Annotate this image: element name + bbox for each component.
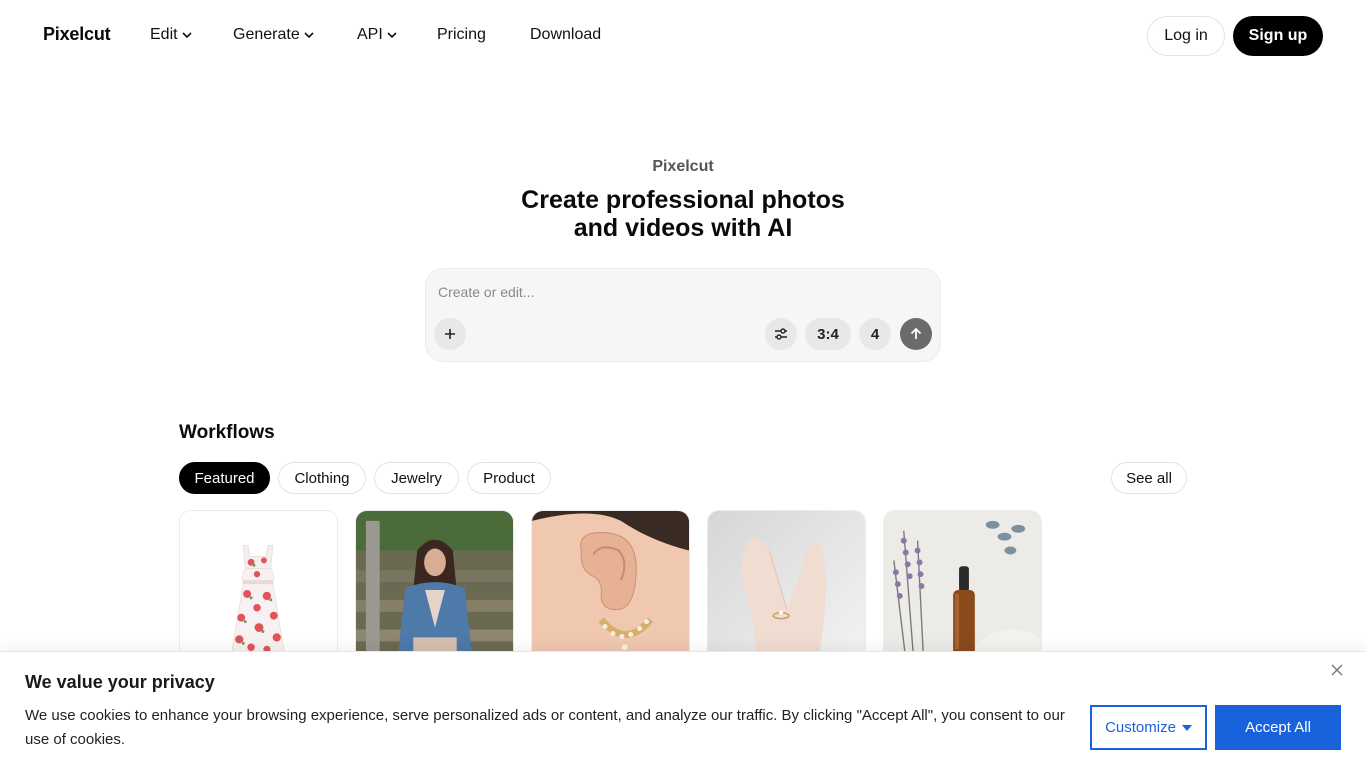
serum-bottle-lavender-image xyxy=(884,511,1041,669)
accept-all-button[interactable]: Accept All xyxy=(1215,705,1341,750)
image-count-button[interactable]: 4 xyxy=(859,318,891,350)
plus-icon xyxy=(445,329,455,339)
workflow-card-ring[interactable] xyxy=(707,510,866,670)
tab-featured[interactable]: Featured xyxy=(179,462,270,494)
hero-eyebrow: Pixelcut xyxy=(652,158,714,175)
hero-title: Create professional photos and videos wi… xyxy=(433,186,933,242)
prompt-box: 3:4 4 xyxy=(425,268,941,362)
arrow-up-icon xyxy=(910,327,922,339)
hero-title-line1: Create professional photos xyxy=(521,186,845,214)
ring-on-hand-image xyxy=(708,511,865,669)
chevron-down-icon xyxy=(304,32,314,39)
sliders-icon xyxy=(775,328,787,340)
nav-download-label: Download xyxy=(530,26,602,43)
denim-jacket-model-image xyxy=(356,511,513,669)
workflow-card-serum[interactable] xyxy=(883,510,1042,670)
close-cookie-button[interactable] xyxy=(1329,662,1345,678)
see-all-button[interactable]: See all xyxy=(1111,462,1187,494)
nav-pricing[interactable]: Pricing xyxy=(437,26,486,44)
add-attachment-button[interactable] xyxy=(434,318,466,350)
workflow-card-denim[interactable] xyxy=(355,510,514,670)
hero-title-line2: and videos with AI xyxy=(573,214,793,242)
cookie-title: We value your privacy xyxy=(25,672,215,692)
top-navbar: Pixelcut Edit Generate API Pricing Downl… xyxy=(0,0,1366,72)
nav-api-label: API xyxy=(357,26,383,43)
earring-on-ear-image xyxy=(532,511,689,669)
chevron-down-icon xyxy=(387,32,397,39)
chevron-down-icon xyxy=(182,32,192,39)
aspect-ratio-button[interactable]: 3:4 xyxy=(805,318,851,350)
cookie-banner: We value your privacy We use cookies to … xyxy=(0,651,1366,768)
nav-edit[interactable]: Edit xyxy=(150,26,193,44)
logo[interactable]: Pixelcut xyxy=(43,24,111,45)
login-button[interactable]: Log in xyxy=(1147,16,1225,56)
nav-api[interactable]: API xyxy=(357,26,398,44)
send-button[interactable] xyxy=(900,318,932,350)
prompt-input[interactable] xyxy=(438,281,918,303)
signup-button[interactable]: Sign up xyxy=(1233,16,1323,56)
tab-product[interactable]: Product xyxy=(467,462,551,494)
customize-label: Customize xyxy=(1105,719,1176,736)
tab-jewelry[interactable]: Jewelry xyxy=(374,462,459,494)
nav-generate-label: Generate xyxy=(233,26,300,43)
nav-pricing-label: Pricing xyxy=(437,26,486,43)
nav-edit-label: Edit xyxy=(150,26,178,43)
workflow-card-earring[interactable] xyxy=(531,510,690,670)
nav-download[interactable]: Download xyxy=(530,26,601,44)
cookie-text: We use cookies to enhance your browsing … xyxy=(25,707,1065,748)
floral-dress-image xyxy=(180,511,337,669)
settings-button[interactable] xyxy=(765,318,797,350)
nav-generate[interactable]: Generate xyxy=(233,26,315,44)
workflows-title: Workflows xyxy=(179,422,275,443)
workflow-card-dress[interactable] xyxy=(179,510,338,670)
close-icon xyxy=(1331,664,1343,676)
caret-down-icon xyxy=(1181,724,1192,731)
tab-clothing[interactable]: Clothing xyxy=(278,462,366,494)
customize-button[interactable]: Customize xyxy=(1090,705,1207,750)
